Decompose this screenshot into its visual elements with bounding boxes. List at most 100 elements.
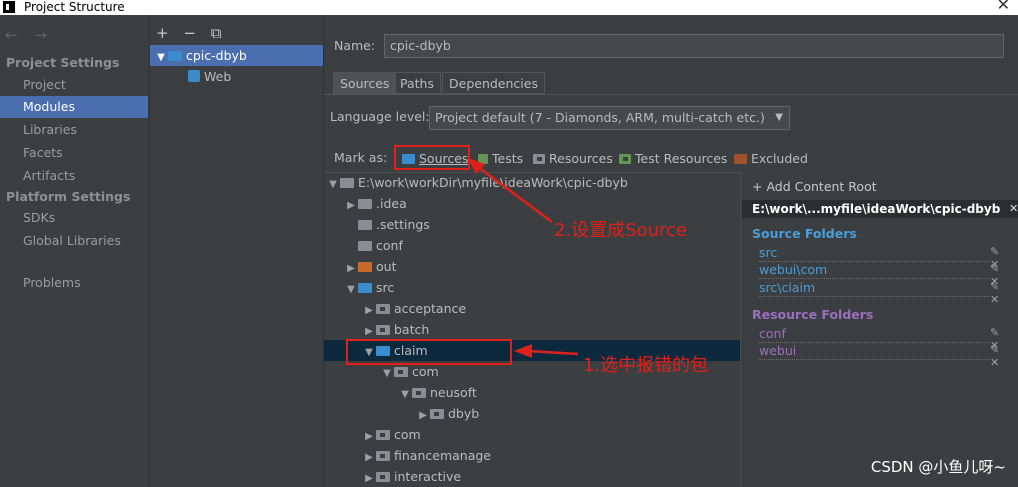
collapse-arrow-icon[interactable]: ▼ — [326, 174, 340, 195]
sidebar-item-facets[interactable]: Facets — [0, 142, 148, 164]
test-resource-folder-icon — [619, 154, 631, 164]
source-folder-entry[interactable]: webui\com — [759, 262, 989, 279]
edit-remove-icons[interactable]: ✎ ✕ — [990, 280, 1018, 306]
tree-row[interactable]: ▶ dbyb — [416, 403, 479, 424]
folder-icon — [376, 451, 390, 461]
collapse-arrow-icon[interactable]: ▼ — [398, 384, 412, 405]
module-name-field[interactable]: cpic-dbyb — [384, 34, 1004, 58]
tree-row-label: batch — [394, 322, 430, 337]
folder-icon — [394, 367, 408, 377]
folder-icon — [340, 178, 354, 188]
folder-icon — [358, 241, 372, 251]
tree-row[interactable]: ▶ out — [344, 256, 396, 277]
tree-row-label: interactive — [394, 469, 462, 484]
resource-folders-header: Resource Folders — [752, 307, 874, 322]
tree-row[interactable]: ▶ interactive — [362, 466, 461, 487]
tree-row[interactable]: ▼ E:\work\workDir\myfile\ideaWork\cpic-db… — [326, 172, 628, 193]
remove-root-icon[interactable]: ✕ — [1009, 202, 1018, 215]
tree-row[interactable]: ▶ .idea — [344, 193, 407, 214]
module-label: cpic-dbyb — [186, 48, 247, 63]
tree-row-label: neusoft — [430, 385, 477, 400]
tree-row[interactable]: ▼ src — [344, 277, 394, 298]
close-icon[interactable]: ✕ — [997, 0, 1010, 13]
annotation-box-claim — [346, 339, 512, 365]
mark-excluded-button[interactable]: Excluded — [734, 150, 808, 168]
mark-resources-button[interactable]: Resources — [533, 150, 613, 168]
tree-row-label: com — [412, 364, 439, 379]
copy-icon[interactable]: ⧉ — [211, 24, 222, 42]
edit-remove-icons[interactable]: ✎ ✕ — [990, 343, 1018, 369]
tree-row[interactable]: ▼ neusoft — [398, 382, 477, 403]
excluded-folder-icon — [734, 154, 747, 164]
tab-paths[interactable]: Paths — [393, 72, 441, 94]
tree-row-label: acceptance — [394, 301, 467, 316]
tree-row-label: .settings — [376, 217, 430, 232]
tree-row-label: com — [394, 427, 421, 442]
csdn-watermark: CSDN @小鱼儿呀~ — [870, 458, 1006, 476]
module-item-web[interactable]: Web — [188, 66, 231, 87]
mark-as-label: Mark as: — [334, 150, 388, 165]
tree-row[interactable]: ▶ acceptance — [362, 298, 466, 319]
name-label: Name: — [334, 38, 376, 53]
folder-icon — [358, 262, 372, 272]
sidebar-item-problems[interactable]: Problems — [0, 272, 148, 294]
tree-row-label: conf — [376, 238, 403, 253]
tree-row[interactable]: .settings — [344, 214, 430, 235]
sidebar-item-sdks[interactable]: SDKs — [0, 207, 148, 229]
tree-row[interactable]: conf — [344, 235, 403, 256]
tree-right-border — [740, 172, 741, 487]
tree-row[interactable]: ▶ com — [362, 424, 421, 445]
tree-row-label: src — [376, 280, 395, 295]
folder-icon — [358, 199, 372, 209]
add-content-root-button[interactable]: + Add Content Root — [752, 179, 877, 194]
folder-icon — [376, 430, 390, 440]
window-title: Project Structure — [24, 0, 125, 14]
tree-row-label: out — [376, 259, 397, 274]
folder-icon — [358, 220, 372, 230]
folder-icon — [358, 283, 372, 293]
expand-arrow-icon[interactable]: ▶ — [362, 426, 376, 447]
annotation-box-sources — [394, 145, 470, 170]
sidebar-item-global-libraries[interactable]: Global Libraries — [0, 230, 148, 252]
add-icon[interactable]: + — [156, 24, 169, 42]
mark-test-resources-button[interactable]: Test Resources — [619, 150, 727, 168]
folder-icon — [376, 325, 390, 335]
tree-row[interactable]: ▶ financemanage — [362, 445, 491, 466]
resource-folder-entry[interactable]: conf — [759, 326, 989, 343]
source-folders-header: Source Folders — [752, 226, 857, 241]
sidebar-item-modules[interactable]: Modules — [0, 96, 148, 118]
tab-sources[interactable]: Sources — [333, 72, 397, 94]
collapse-arrow-icon[interactable]: ▼ — [380, 363, 394, 384]
expand-arrow-icon[interactable]: ▶ — [344, 195, 358, 216]
web-facet-icon — [188, 70, 200, 82]
tree-row[interactable]: ▶ batch — [362, 319, 429, 340]
mark-tests-button[interactable]: Tests — [478, 150, 523, 168]
module-list-divider — [323, 15, 324, 487]
folder-icon — [376, 472, 390, 482]
sidebar-item-project[interactable]: Project — [0, 74, 148, 96]
platform-settings-header: Platform Settings — [6, 189, 131, 204]
sidebar-item-artifacts[interactable]: Artifacts — [0, 165, 148, 187]
chevron-down-icon: ▼ — [775, 112, 783, 123]
test-folder-icon — [478, 154, 488, 164]
tab-dependencies[interactable]: Dependencies — [442, 72, 545, 94]
back-forward-arrows[interactable]: ← → — [5, 26, 53, 44]
resource-folder-entry[interactable]: webui — [759, 343, 989, 360]
expand-arrow-icon[interactable]: ▶ — [362, 447, 376, 468]
expand-arrow-icon[interactable]: ▶ — [344, 258, 358, 279]
module-item-cpic-dbyb[interactable]: ▼ cpic-dbyb — [150, 45, 323, 66]
annotation-step1-text: 1.选中报错的包 — [583, 355, 709, 376]
source-folder-entry[interactable]: src — [759, 245, 989, 262]
expand-arrow-icon[interactable]: ▶ — [362, 468, 376, 487]
source-folder-entry[interactable]: src\claim — [759, 280, 989, 297]
folder-icon — [430, 409, 444, 419]
folder-icon — [412, 388, 426, 398]
expand-arrow-icon[interactable]: ▶ — [362, 300, 376, 321]
expand-arrow-icon[interactable]: ▶ — [416, 405, 430, 426]
annotation-step2-text: 2.设置成Source — [554, 220, 687, 241]
language-level-dropdown[interactable]: Project default (7 - Diamonds, ARM, mult… — [429, 106, 790, 130]
collapse-arrow-icon[interactable]: ▼ — [154, 47, 168, 68]
sidebar-item-libraries[interactable]: Libraries — [0, 119, 148, 141]
collapse-arrow-icon[interactable]: ▼ — [344, 279, 358, 300]
remove-icon[interactable]: − — [183, 24, 196, 42]
